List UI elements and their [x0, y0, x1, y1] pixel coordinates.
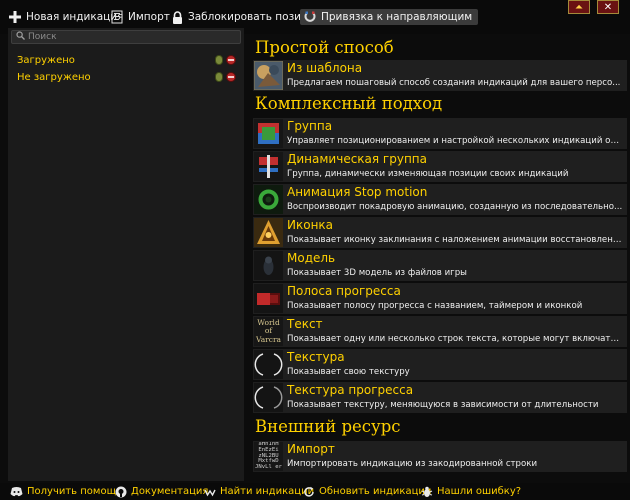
- progress-bar-icon: [254, 284, 283, 313]
- import-file-icon: [110, 10, 124, 24]
- update-auras-label: Обновить индикации: [319, 486, 432, 497]
- option-description: Группа, динамически изменяющая позиции с…: [287, 169, 569, 179]
- close-icon: ✕: [603, 1, 613, 13]
- option-title: Текстура прогресса: [287, 383, 414, 397]
- text-icon: World of Varcra: [254, 317, 283, 346]
- import-label: Импорт: [128, 11, 170, 23]
- wago-icon: [203, 485, 216, 498]
- option-title: Текст: [287, 317, 323, 331]
- close-button[interactable]: ✕: [597, 0, 619, 14]
- documentation-button[interactable]: Документация: [114, 485, 208, 498]
- option-description: Показывает свою текстуру: [287, 367, 410, 377]
- report-bug-label: Нашли ошибку?: [437, 486, 522, 497]
- bottom-bar: Получить помощь Документация Найти индик…: [0, 483, 630, 500]
- option-title: Динамическая группа: [287, 152, 427, 166]
- option-description: Показывает одну или несколько строк текс…: [287, 334, 623, 344]
- option-progress-texture[interactable]: Текстура прогресса Показывает текстуру, …: [253, 382, 627, 413]
- github-icon: [114, 485, 127, 498]
- get-help-button[interactable]: Получить помощь: [10, 485, 122, 498]
- progress-texture-icon: [254, 383, 283, 412]
- option-title: Импорт: [287, 442, 335, 456]
- option-progress-bar[interactable]: Полоса прогресса Показывает полосу прогр…: [253, 283, 627, 314]
- option-description: Показывает полосу прогресса с названием,…: [287, 301, 583, 311]
- option-title: Анимация Stop motion: [287, 185, 428, 199]
- text-thumb-line: Varcra: [255, 334, 282, 344]
- option-description: Управляет позиционированием и настройкой…: [287, 136, 623, 146]
- search-input[interactable]: [28, 32, 228, 42]
- documentation-label: Документация: [131, 486, 209, 497]
- collapse-button[interactable]: ⏶: [568, 0, 590, 14]
- find-auras-label: Найти индикации: [220, 486, 315, 497]
- template-thumbnail-icon: [254, 61, 283, 90]
- option-description: Воспроизводит покадровую анимацию, созда…: [287, 202, 623, 212]
- section-title-advanced: Комплексный подход: [255, 94, 443, 113]
- update-auras-button[interactable]: Обновить индикации: [302, 485, 431, 498]
- import-string-icon: aHn1nH EnEzEi zNL2BU MxtfwD JNvLl er: [254, 442, 283, 471]
- collapse-minus-icon[interactable]: [226, 55, 236, 65]
- lock-icon: [170, 10, 184, 24]
- import-button[interactable]: Импорт: [110, 9, 170, 25]
- group-loaded[interactable]: Загружено: [8, 52, 244, 69]
- option-description: Предлагаем пошаговый способ создания инд…: [287, 78, 621, 88]
- new-aura-button[interactable]: Новая индикация: [8, 9, 123, 25]
- group-unloaded[interactable]: Не загружено: [8, 69, 244, 86]
- get-help-label: Получить помощь: [27, 486, 122, 497]
- find-auras-button[interactable]: Найти индикации: [203, 485, 314, 498]
- option-title: Модель: [287, 251, 336, 265]
- option-stop-motion[interactable]: Анимация Stop motion Воспроизводит покад…: [253, 184, 627, 215]
- dynamic-group-icon: [254, 152, 283, 181]
- texture-icon: [254, 350, 283, 379]
- section-title-simple: Простой способ: [255, 38, 394, 57]
- option-import[interactable]: aHn1nH EnEzEi zNL2BU MxtfwD JNvLl er Имп…: [253, 441, 627, 472]
- option-group[interactable]: Группа Управляет позиционированием и нас…: [253, 118, 627, 149]
- spell-icon: [254, 218, 283, 247]
- option-texture[interactable]: Текстура Показывает свою текстуру: [253, 349, 627, 380]
- model-icon: [254, 251, 283, 280]
- new-aura-label: Новая индикация: [26, 11, 124, 23]
- option-description: Показывает 3D модель из файлов игры: [287, 268, 467, 278]
- option-dynamic-group[interactable]: Динамическая группа Группа, динамически …: [253, 151, 627, 182]
- option-title: Группа: [287, 119, 333, 133]
- option-title: Текстура: [287, 350, 345, 364]
- discord-icon: [10, 485, 23, 498]
- group-loaded-label: Загружено: [17, 55, 75, 66]
- magnet-icon: [303, 10, 317, 24]
- search-icon: [16, 31, 25, 43]
- snap-to-guides-toggle[interactable]: Привязка к направляющим: [300, 9, 479, 25]
- search-box[interactable]: [11, 30, 241, 44]
- stop-motion-icon: [254, 185, 283, 214]
- group-unloaded-label: Не загружено: [17, 72, 91, 83]
- refresh-icon: [302, 485, 315, 498]
- plus-icon: [8, 10, 22, 24]
- option-title: Из шаблона: [287, 61, 363, 75]
- bug-icon: [420, 485, 433, 498]
- option-description: Импортировать индикацию из закодированно…: [287, 459, 538, 469]
- new-aura-type-panel: Простой способ Из шаблона Предлагаем пош…: [250, 36, 630, 472]
- option-title: Полоса прогресса: [287, 284, 401, 298]
- option-description: Показывает иконку заклинания с наложение…: [287, 235, 623, 245]
- aura-list-panel: Загружено Не загружено: [8, 28, 244, 481]
- option-icon[interactable]: Иконка Показывает иконку заклинания с на…: [253, 217, 627, 248]
- group-icon: [254, 119, 283, 148]
- option-model[interactable]: Модель Показывает 3D модель из файлов иг…: [253, 250, 627, 281]
- expand-icon[interactable]: [215, 72, 223, 82]
- snap-to-guides-label: Привязка к направляющим: [321, 11, 473, 23]
- import-thumb-line: JNvLl er: [255, 464, 282, 471]
- report-bug-button[interactable]: Нашли ошибку?: [420, 485, 521, 498]
- section-title-external: Внешний ресурс: [255, 417, 401, 436]
- collapse-minus-icon[interactable]: [226, 72, 236, 82]
- expand-icon[interactable]: [215, 55, 223, 65]
- option-title: Иконка: [287, 218, 334, 232]
- option-text[interactable]: World of Varcra Текст Показывает одну ил…: [253, 316, 627, 347]
- double-chevron-icon: ⏶: [575, 1, 583, 13]
- option-from-template[interactable]: Из шаблона Предлагаем пошаговый способ с…: [253, 60, 627, 91]
- option-description: Показывает текстуру, меняющуюся в зависи…: [287, 400, 599, 410]
